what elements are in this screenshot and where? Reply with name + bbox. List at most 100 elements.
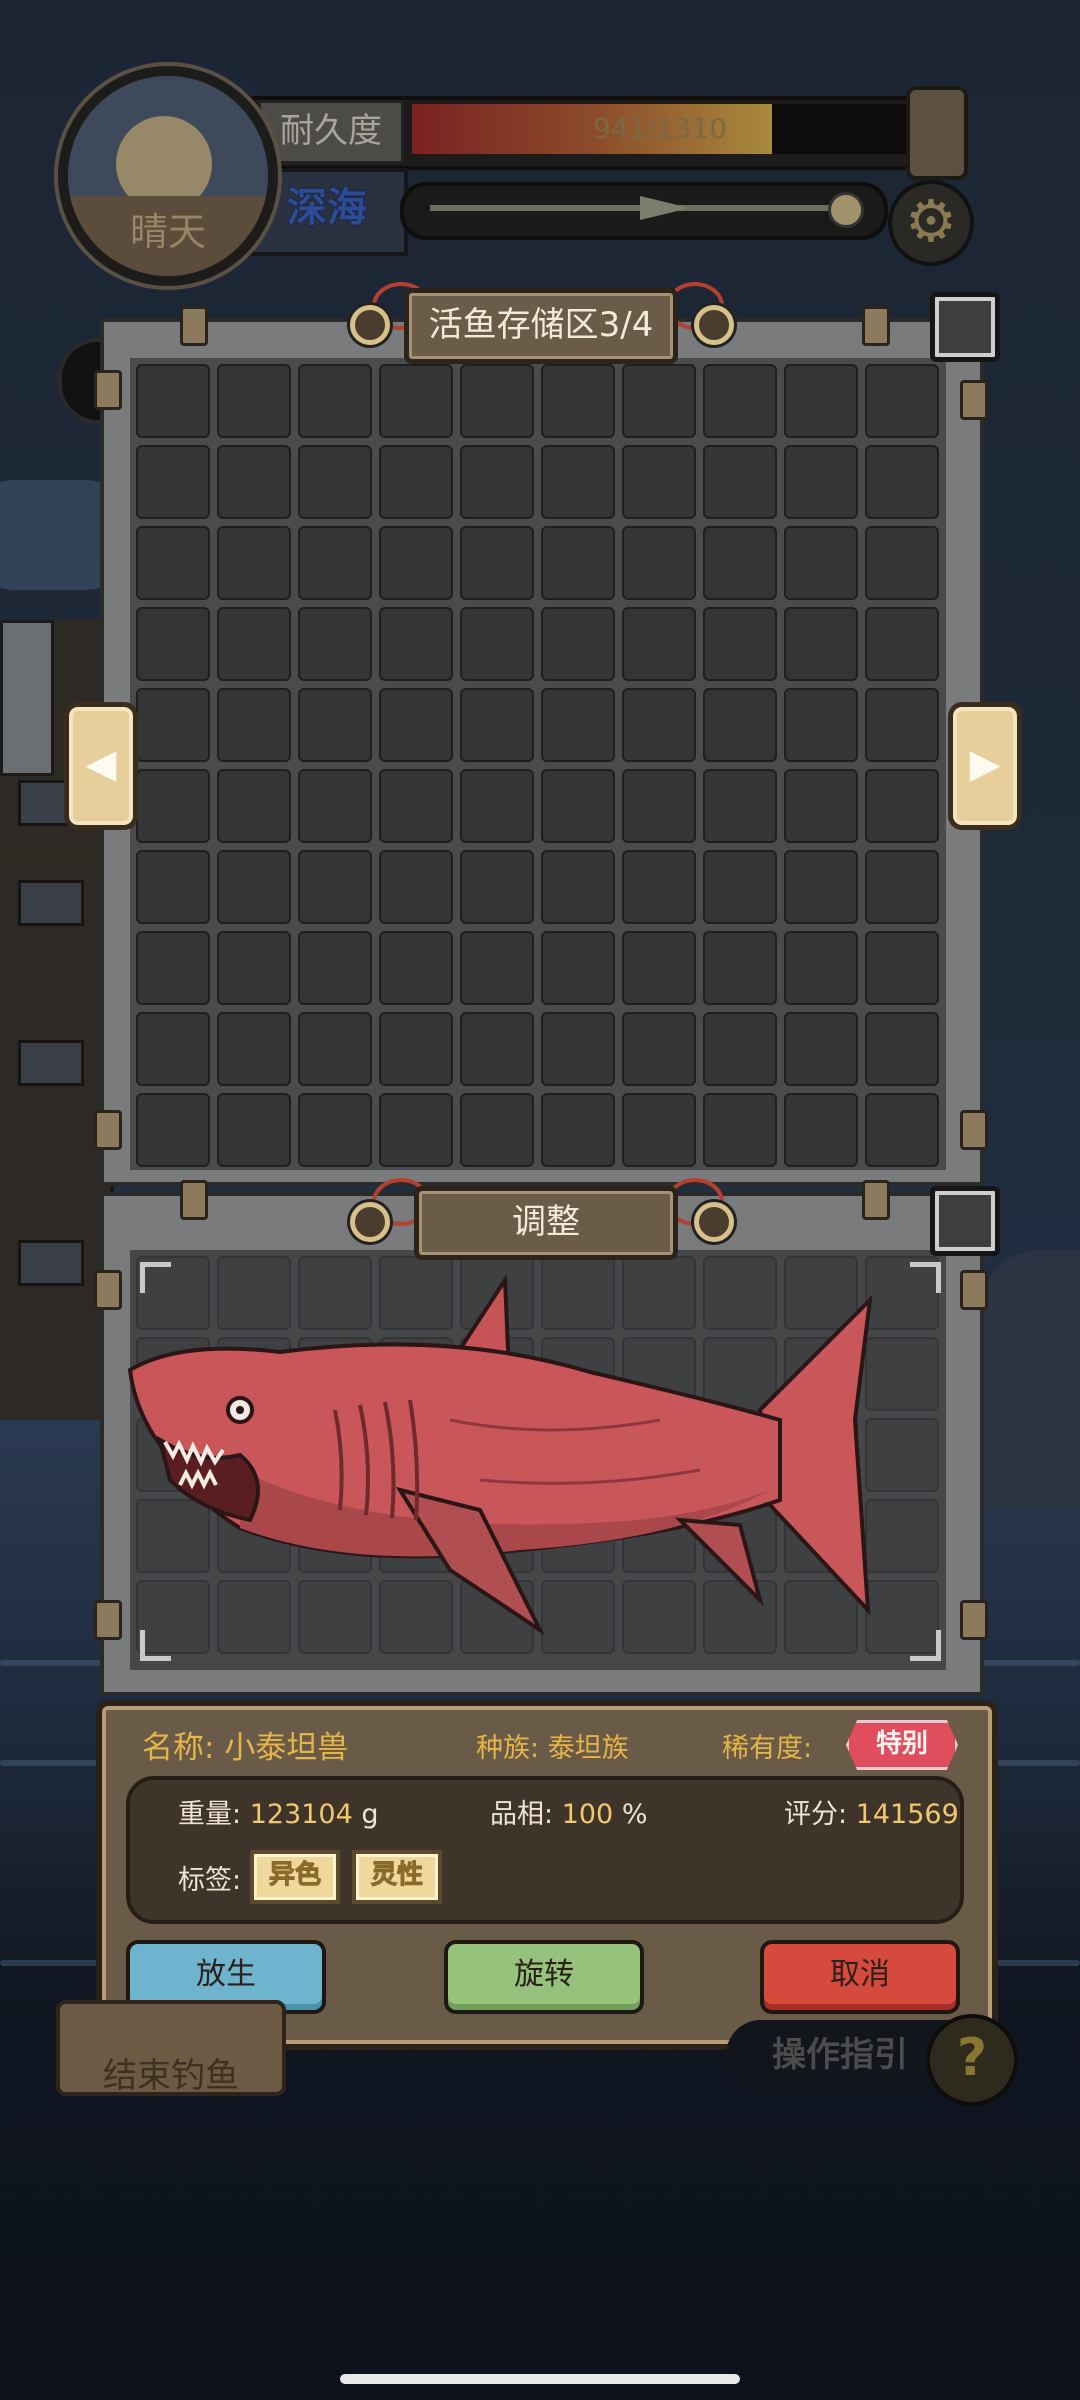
grid-cell[interactable] [865, 688, 939, 762]
grid-cell[interactable] [217, 526, 291, 600]
grid-cell[interactable] [865, 1012, 939, 1086]
grid-cell[interactable] [298, 931, 372, 1005]
grid-cell[interactable] [541, 526, 615, 600]
grid-cell[interactable] [622, 1093, 696, 1167]
end-fishing-button[interactable]: 结束钓鱼 [56, 2000, 286, 2096]
grid-cell[interactable] [622, 526, 696, 600]
grid-cell[interactable] [622, 688, 696, 762]
grid-cell[interactable] [460, 364, 534, 438]
grid-cell[interactable] [379, 364, 453, 438]
grid-cell[interactable] [703, 364, 777, 438]
grid-cell[interactable] [865, 850, 939, 924]
grid-cell[interactable] [541, 607, 615, 681]
grid-cell[interactable] [703, 607, 777, 681]
grid-cell[interactable] [703, 1093, 777, 1167]
next-page-button[interactable]: ▶ [948, 702, 1022, 830]
grid-cell[interactable] [541, 364, 615, 438]
grid-cell[interactable] [703, 769, 777, 843]
grid-cell[interactable] [865, 1093, 939, 1167]
grid-cell[interactable] [298, 445, 372, 519]
grid-cell[interactable] [541, 769, 615, 843]
grid-cell[interactable] [703, 445, 777, 519]
grid-cell[interactable] [865, 526, 939, 600]
grid-cell[interactable] [541, 688, 615, 762]
grid-cell[interactable] [136, 688, 210, 762]
grid-cell[interactable] [622, 931, 696, 1005]
grid-cell[interactable] [136, 1012, 210, 1086]
grid-cell[interactable] [136, 607, 210, 681]
grid-cell[interactable] [460, 931, 534, 1005]
prev-page-button[interactable]: ◀ [64, 702, 138, 830]
grid-cell[interactable] [460, 1012, 534, 1086]
grid-cell[interactable] [298, 364, 372, 438]
grid-cell[interactable] [622, 1012, 696, 1086]
grid-cell[interactable] [460, 445, 534, 519]
cancel-button[interactable]: 取消 [760, 1940, 960, 2014]
grid-cell[interactable] [784, 850, 858, 924]
grid-cell[interactable] [541, 850, 615, 924]
grid-cell[interactable] [298, 850, 372, 924]
grid-cell[interactable] [784, 688, 858, 762]
grid-cell[interactable] [217, 1093, 291, 1167]
grid-cell[interactable] [379, 931, 453, 1005]
grid-cell[interactable] [541, 1012, 615, 1086]
grid-cell[interactable] [865, 364, 939, 438]
grid-cell[interactable] [298, 1012, 372, 1086]
grid-cell[interactable] [460, 607, 534, 681]
grid-cell[interactable] [865, 445, 939, 519]
grid-cell[interactable] [217, 688, 291, 762]
grid-cell[interactable] [379, 607, 453, 681]
grid-cell[interactable] [541, 931, 615, 1005]
grid-cell[interactable] [136, 769, 210, 843]
grid-cell[interactable] [865, 607, 939, 681]
grid-cell[interactable] [298, 607, 372, 681]
grid-cell[interactable] [136, 364, 210, 438]
grid-cell[interactable] [460, 850, 534, 924]
grid-cell[interactable] [379, 526, 453, 600]
grid-cell[interactable] [136, 526, 210, 600]
grid-cell[interactable] [541, 445, 615, 519]
grid-cell[interactable] [784, 607, 858, 681]
grid-cell[interactable] [217, 850, 291, 924]
grid-cell[interactable] [541, 1093, 615, 1167]
grid-cell[interactable] [784, 445, 858, 519]
grid-cell[interactable] [622, 769, 696, 843]
grid-cell[interactable] [784, 364, 858, 438]
grid-cell[interactable] [217, 607, 291, 681]
grid-cell[interactable] [379, 445, 453, 519]
home-indicator[interactable] [340, 2374, 740, 2384]
grid-cell[interactable] [460, 526, 534, 600]
grid-cell[interactable] [136, 931, 210, 1005]
grid-cell[interactable] [703, 688, 777, 762]
grid-cell[interactable] [865, 769, 939, 843]
grid-cell[interactable] [622, 607, 696, 681]
shark-fish[interactable] [120, 1270, 880, 1650]
storage-grid[interactable] [136, 364, 939, 1167]
grid-cell[interactable] [460, 688, 534, 762]
rotate-button[interactable]: 旋转 [444, 1940, 644, 2014]
grid-cell[interactable] [379, 1012, 453, 1086]
grid-cell[interactable] [703, 850, 777, 924]
grid-cell[interactable] [784, 526, 858, 600]
grid-cell[interactable] [865, 931, 939, 1005]
grid-cell[interactable] [217, 769, 291, 843]
grid-cell[interactable] [703, 931, 777, 1005]
grid-cell[interactable] [460, 769, 534, 843]
grid-cell[interactable] [784, 1093, 858, 1167]
settings-button[interactable]: ⚙ [888, 180, 974, 266]
grid-cell[interactable] [217, 445, 291, 519]
grid-cell[interactable] [136, 1093, 210, 1167]
grid-cell[interactable] [379, 1093, 453, 1167]
grid-cell[interactable] [217, 364, 291, 438]
grid-cell[interactable] [379, 688, 453, 762]
grid-cell[interactable] [379, 850, 453, 924]
grid-cell[interactable] [298, 688, 372, 762]
grid-cell[interactable] [784, 1012, 858, 1086]
grid-cell[interactable] [622, 850, 696, 924]
grid-cell[interactable] [298, 769, 372, 843]
grid-cell[interactable] [217, 931, 291, 1005]
grid-cell[interactable] [460, 1093, 534, 1167]
grid-cell[interactable] [784, 769, 858, 843]
grid-cell[interactable] [136, 850, 210, 924]
grid-cell[interactable] [217, 1012, 291, 1086]
